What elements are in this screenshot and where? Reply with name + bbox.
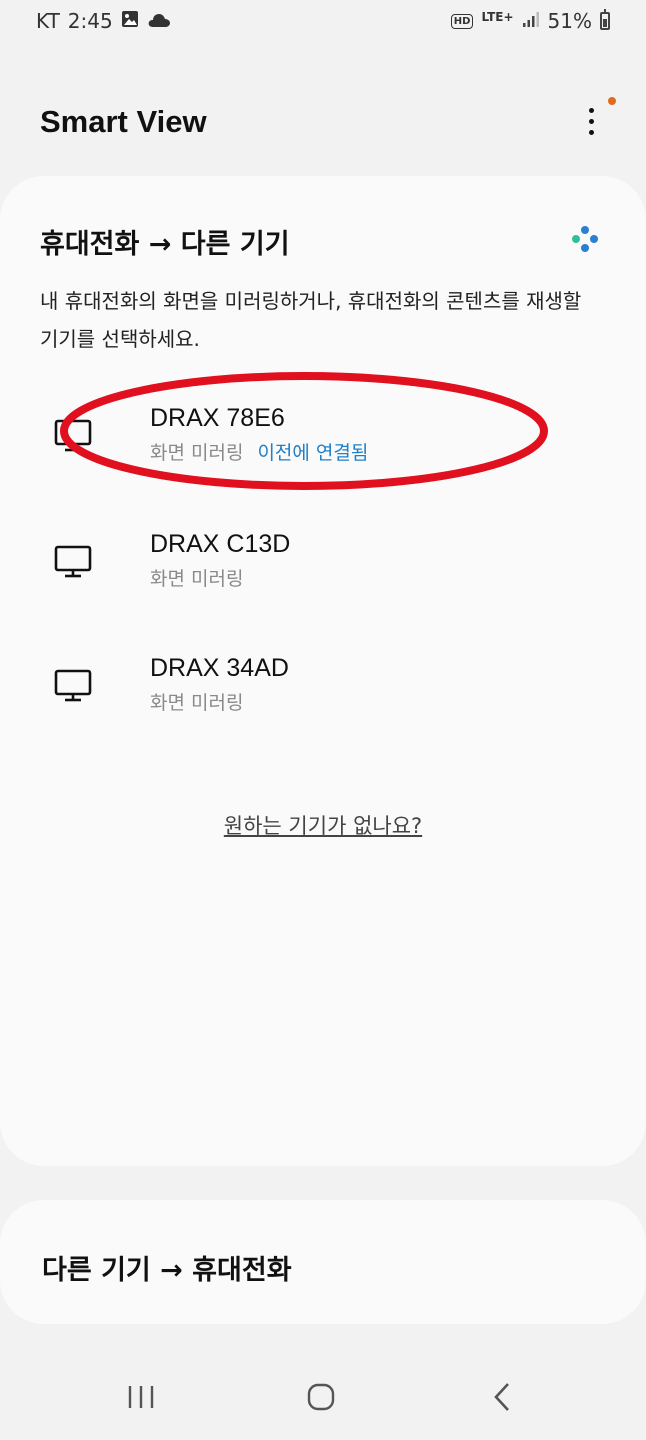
back-icon[interactable] xyxy=(490,1382,514,1416)
battery-icon xyxy=(600,9,610,30)
device-mode: 화면 미러링 xyxy=(150,568,244,590)
cast-section-description: 내 휴대전화의 화면을 미러링하거나, 휴대전화의 콘텐츠를 재생할 기기를 선… xyxy=(40,289,582,351)
battery-percent: 51% xyxy=(547,9,592,33)
more-options-icon-dot-2 xyxy=(588,118,594,124)
more-options-icon xyxy=(588,107,594,113)
more-options-icon-dot-3 xyxy=(588,129,594,135)
device-name: DRAX 34AD xyxy=(150,654,289,682)
notification-badge xyxy=(608,97,616,105)
hd-voice-badge: HD xyxy=(450,13,474,29)
status-bar-right: HD LTE+ 51% xyxy=(450,9,610,33)
page-title: Smart View xyxy=(40,104,207,139)
highlight-annotation-ellipse xyxy=(60,372,548,490)
status-bar: KT 2:45 HD LTE+ 51% xyxy=(0,0,646,44)
signal-icon xyxy=(522,9,540,33)
more-options-button[interactable] xyxy=(576,104,606,138)
cloud-icon xyxy=(147,9,171,33)
time-label: 2:45 xyxy=(67,9,113,33)
device-not-found-link[interactable]: 원하는 기기가 없나요? xyxy=(0,810,646,840)
device-name: DRAX C13D xyxy=(150,530,291,558)
tv-icon xyxy=(54,544,94,580)
device-item-drax-34ad[interactable]: DRAX 34AD 화면 미러링 xyxy=(0,650,646,750)
device-item-drax-c13d[interactable]: DRAX C13D 화면 미러링 xyxy=(0,526,646,626)
status-bar-left: KT 2:45 xyxy=(36,9,171,33)
navigation-bar xyxy=(0,1360,646,1440)
network-type-label: LTE+ xyxy=(481,10,514,24)
receive-section-title: 다른 기기 → 휴대전화 xyxy=(42,1255,292,1286)
gallery-icon xyxy=(121,9,139,33)
device-subtitle: 화면 미러링 xyxy=(150,688,243,715)
tv-icon xyxy=(54,668,94,704)
home-icon[interactable] xyxy=(306,1382,336,1416)
cast-section-title: 휴대전화 → 다른 기기 xyxy=(40,229,290,260)
smartthings-icon[interactable] xyxy=(570,224,600,254)
recent-apps-icon[interactable] xyxy=(126,1382,156,1416)
device-subtitle: 화면 미러링 xyxy=(150,564,243,591)
carrier-label: KT xyxy=(36,9,60,33)
device-mode: 화면 미러링 xyxy=(150,692,244,714)
